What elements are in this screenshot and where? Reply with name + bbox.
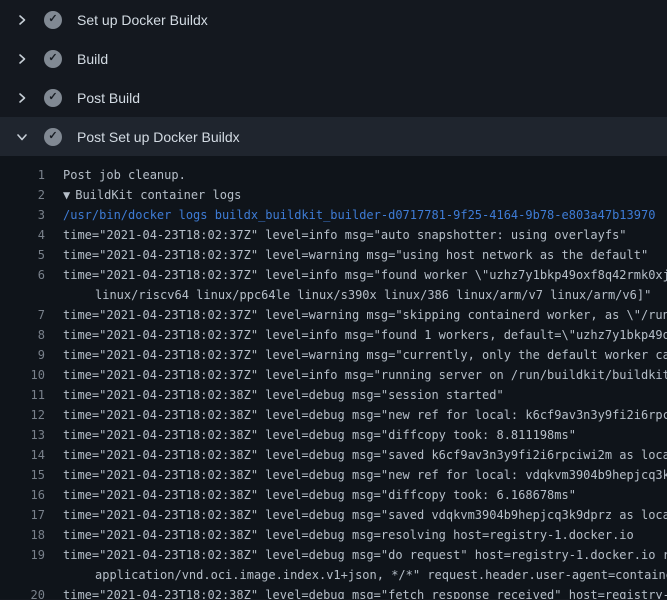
log-line-text: time="2021-04-23T18:02:38Z" level=debug … (63, 585, 667, 599)
log-line-continuation: application/vnd.oci.image.index.v1+json,… (0, 565, 667, 585)
log-line-number[interactable]: 11 (0, 385, 45, 405)
log-panel: 1 Post job cleanup. 2 ▼ BuildKit container l… (0, 156, 667, 599)
log-line-text: Post job cleanup. (63, 165, 186, 185)
log-line: 1 Post job cleanup. (0, 165, 667, 185)
check-circle-icon: ✓ (44, 89, 62, 107)
step-label: Post Build (77, 90, 140, 106)
log-line-number[interactable]: 12 (0, 405, 45, 425)
chevron-right-icon[interactable] (13, 92, 31, 104)
step-label: Build (77, 51, 108, 67)
log-line-number[interactable]: 10 (0, 365, 45, 385)
log-line: 5 time="2021-04-23T18:02:37Z" level=warni… (0, 245, 667, 265)
log-line-text: time="2021-04-23T18:02:38Z" level=debug … (63, 505, 667, 525)
check-circle-icon: ✓ (44, 11, 62, 29)
log-line-text: time="2021-04-23T18:02:37Z" level=warnin… (63, 245, 648, 265)
log-line-text: BuildKit container logs (75, 188, 241, 202)
log-line-text: application/vnd.oci.image.index.v1+json,… (95, 565, 667, 585)
log-line-number[interactable]: 2 (0, 185, 45, 205)
log-line-number[interactable]: 9 (0, 345, 45, 365)
log-line-text: time="2021-04-23T18:02:38Z" level=debug … (63, 445, 667, 465)
steps-panel: ✓ Set up Docker Buildx ✓ Build ✓ Post Build ✓ P… (0, 0, 667, 156)
log-line-number[interactable]: 4 (0, 225, 45, 245)
log-line: 7 time="2021-04-23T18:02:37Z" level=warni… (0, 305, 667, 325)
step-header-post-set-up-docker-buildx[interactable]: ✓ Post Set up Docker Buildx (0, 117, 667, 156)
log-line-number[interactable]: 13 (0, 425, 45, 445)
log-line: 15 time="2021-04-23T18:02:38Z" level=debu… (0, 465, 667, 485)
log-line: 11 time="2021-04-23T18:02:38Z" level=debu… (0, 385, 667, 405)
log-line: 19 time="2021-04-23T18:02:38Z" level=debu… (0, 545, 667, 565)
log-line-number[interactable]: 5 (0, 245, 45, 265)
log-line-number[interactable]: 20 (0, 585, 45, 599)
step-header-build[interactable]: ✓ Build (0, 39, 667, 78)
log-line-text: time="2021-04-23T18:02:38Z" level=debug … (63, 465, 667, 485)
log-line: 13 time="2021-04-23T18:02:38Z" level=debu… (0, 425, 667, 445)
log-line-continuation: linux/riscv64 linux/ppc64le linux/s390x … (0, 285, 667, 305)
log-line: 12 time="2021-04-23T18:02:38Z" level=debu… (0, 405, 667, 425)
log-line-number[interactable]: 17 (0, 505, 45, 525)
log-line-text: time="2021-04-23T18:02:38Z" level=debug … (63, 405, 667, 425)
check-circle-icon: ✓ (44, 128, 62, 146)
log-line-number[interactable]: 18 (0, 525, 45, 545)
log-line-number-spacer (0, 285, 45, 305)
log-line-text: time="2021-04-23T18:02:37Z" level=info m… (63, 225, 627, 245)
log-line-text: time="2021-04-23T18:02:37Z" level=info m… (63, 265, 667, 285)
log-line: 17 time="2021-04-23T18:02:38Z" level=debu… (0, 505, 667, 525)
log-line-text: time="2021-04-23T18:02:38Z" level=debug … (63, 485, 576, 505)
log-line: 16 time="2021-04-23T18:02:38Z" level=debu… (0, 485, 667, 505)
log-command-text: /usr/bin/docker logs buildx_buildkit_bui… (63, 205, 655, 225)
log-line-number[interactable]: 8 (0, 325, 45, 345)
log-line-number-spacer (0, 565, 45, 585)
log-line-text: time="2021-04-23T18:02:37Z" level=warnin… (63, 345, 667, 365)
chevron-down-icon[interactable] (13, 131, 31, 143)
log-line-number[interactable]: 6 (0, 265, 45, 285)
log-line-text: time="2021-04-23T18:02:37Z" level=info m… (63, 325, 667, 345)
log-line: 9 time="2021-04-23T18:02:37Z" level=warni… (0, 345, 667, 365)
log-line-text: time="2021-04-23T18:02:38Z" level=debug … (63, 545, 667, 565)
log-line-text: time="2021-04-23T18:02:37Z" level=info m… (63, 365, 667, 385)
log-line-number[interactable]: 1 (0, 165, 45, 185)
log-line-number[interactable]: 14 (0, 445, 45, 465)
log-line: 20 time="2021-04-23T18:02:38Z" level=debu… (0, 585, 667, 599)
log-line-number[interactable]: 19 (0, 545, 45, 565)
chevron-right-icon[interactable] (13, 14, 31, 26)
log-line: 14 time="2021-04-23T18:02:38Z" level=debu… (0, 445, 667, 465)
log-line: 18 time="2021-04-23T18:02:38Z" level=debu… (0, 525, 667, 545)
check-circle-icon: ✓ (44, 50, 62, 68)
log-line-number[interactable]: 15 (0, 465, 45, 485)
log-line: 8 time="2021-04-23T18:02:37Z" level=info … (0, 325, 667, 345)
log-line: 10 time="2021-04-23T18:02:37Z" level=info… (0, 365, 667, 385)
log-line: 3/usr/bin/docker logs buildx_buildkit_bu… (0, 205, 667, 225)
log-line: 4 time="2021-04-23T18:02:37Z" level=info … (0, 225, 667, 245)
log-line-text: time="2021-04-23T18:02:38Z" level=debug … (63, 425, 576, 445)
chevron-right-icon[interactable] (13, 53, 31, 65)
log-line-number[interactable]: 16 (0, 485, 45, 505)
log-line-number[interactable]: 7 (0, 305, 45, 325)
step-header-post-build[interactable]: ✓ Post Build (0, 78, 667, 117)
log-line-number[interactable]: 3 (0, 205, 45, 225)
group-collapse-triangle-icon[interactable]: ▼ (63, 188, 70, 202)
log-line-text: time="2021-04-23T18:02:38Z" level=debug … (63, 525, 634, 545)
log-line: 2 ▼ BuildKit container logs (0, 185, 667, 205)
step-label: Post Set up Docker Buildx (77, 129, 240, 145)
log-line: 6 time="2021-04-23T18:02:37Z" level=info … (0, 265, 667, 285)
log-line-text: ▼ BuildKit container logs (63, 185, 241, 205)
log-line-text: time="2021-04-23T18:02:37Z" level=warnin… (63, 305, 667, 325)
step-header-set-up-docker-buildx[interactable]: ✓ Set up Docker Buildx (0, 0, 667, 39)
step-label: Set up Docker Buildx (77, 12, 208, 28)
log-line-text: time="2021-04-23T18:02:38Z" level=debug … (63, 385, 504, 405)
log-line-text: linux/riscv64 linux/ppc64le linux/s390x … (95, 285, 651, 305)
